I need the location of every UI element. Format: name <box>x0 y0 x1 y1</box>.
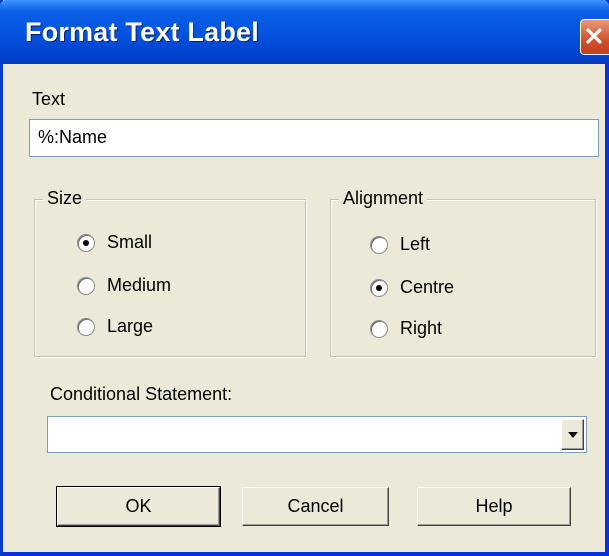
radio-button[interactable] <box>370 279 388 297</box>
radio-button[interactable] <box>370 320 388 338</box>
close-icon <box>586 28 602 44</box>
radio-button[interactable] <box>77 234 95 252</box>
conditional-statement-combo[interactable] <box>47 416 587 453</box>
text-input[interactable]: %:Name <box>29 119 599 157</box>
window-title: Format Text Label <box>25 17 259 47</box>
chevron-down-icon <box>568 432 578 438</box>
text-label: Text <box>32 89 66 109</box>
radio-label: Small <box>107 232 153 252</box>
radio-button[interactable] <box>77 318 95 336</box>
radio-button[interactable] <box>77 277 95 295</box>
radio-label: Left <box>400 234 431 254</box>
close-button[interactable] <box>580 19 609 55</box>
radio-label: Medium <box>107 275 172 295</box>
size-group-title: Size <box>43 188 87 209</box>
radio-label: Right <box>400 318 443 338</box>
radio-label: Large <box>107 316 154 336</box>
dropdown-button[interactable] <box>561 419 584 450</box>
radio-label: Centre <box>400 277 455 297</box>
ok-button[interactable]: OK <box>56 486 221 527</box>
title-bar[interactable]: Format Text Label <box>0 0 609 64</box>
alignment-group-title: Alignment <box>339 188 428 209</box>
format-text-label-dialog: Format Text Label Text %:Name Size Small… <box>0 0 609 556</box>
text-input-value: %:Name <box>38 127 108 147</box>
cancel-button[interactable]: Cancel <box>242 487 389 526</box>
conditional-statement-label: Conditional Statement: <box>50 384 233 404</box>
alignment-group: Alignment <box>330 188 596 357</box>
help-button[interactable]: Help <box>417 487 571 526</box>
radio-button[interactable] <box>370 236 388 254</box>
